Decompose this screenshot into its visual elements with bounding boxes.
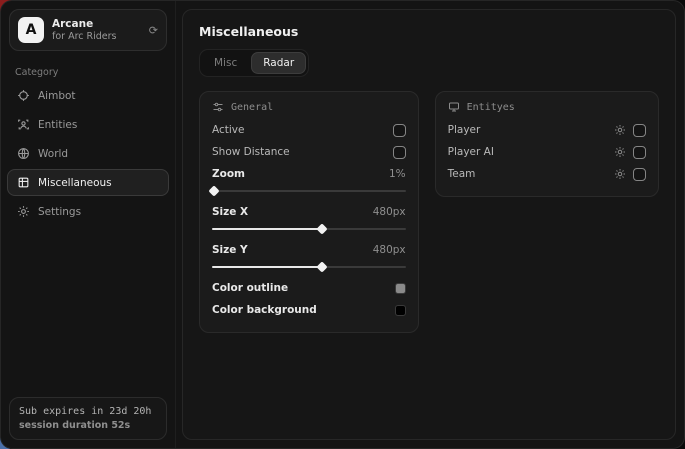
team-label: Team (448, 168, 476, 180)
sizey-label: Size Y (212, 244, 248, 256)
tab-radar[interactable]: Radar (251, 52, 306, 74)
sidebar-item-label: Settings (38, 206, 81, 218)
sidebar-spacer (1, 225, 175, 389)
refresh-icon[interactable]: ⟳ (149, 24, 158, 37)
sidebar-item-world[interactable]: World (7, 140, 169, 167)
entities-panel-header: Entityes (448, 101, 646, 113)
general-panel: General Active Show Distance Zoom 1% (199, 91, 419, 333)
app-logo: A (18, 17, 44, 43)
sidebar-item-label: Entities (38, 119, 77, 131)
zoom-row: Zoom 1% (212, 163, 406, 185)
sliders-icon (212, 101, 224, 113)
sizey-value: 480px (373, 244, 406, 256)
main-panel: Miscellaneous Misc Radar General Active (182, 9, 676, 440)
player-ai-label: Player AI (448, 146, 494, 158)
show-distance-label: Show Distance (212, 146, 290, 158)
player-label: Player (448, 124, 481, 136)
active-row: Active (212, 119, 406, 141)
subscription-card: Sub expires in 23d 20h session duration … (9, 397, 167, 440)
sizex-label: Size X (212, 206, 248, 218)
color-outline-swatch[interactable] (395, 283, 406, 294)
team-controls (614, 168, 646, 181)
show-distance-checkbox[interactable] (393, 146, 406, 159)
gear-icon[interactable] (614, 124, 626, 136)
sidebar-item-miscellaneous[interactable]: Miscellaneous (7, 169, 169, 196)
monitor-icon (448, 101, 460, 113)
sidebar-item-aimbot[interactable]: Aimbot (7, 82, 169, 109)
globe-icon (16, 147, 30, 161)
entities-panel: Entityes Player (435, 91, 659, 197)
sidebar-item-settings[interactable]: Settings (7, 198, 169, 225)
panel-row: General Active Show Distance Zoom 1% (199, 91, 659, 333)
color-background-row: Color background (212, 299, 406, 321)
crosshair-icon (16, 89, 30, 103)
team-row: Team (448, 163, 646, 185)
sidebar-item-entities[interactable]: Entities (7, 111, 169, 138)
entities-panel-title: Entityes (467, 102, 515, 113)
sizex-slider[interactable] (212, 224, 406, 234)
zoom-slider[interactable] (212, 186, 406, 196)
sidebar-nav: Aimbot Entities World (1, 82, 175, 225)
color-background-label: Color background (212, 304, 317, 316)
player-ai-controls (614, 146, 646, 159)
player-row: Player (448, 119, 646, 141)
sizex-slider-thumb[interactable] (317, 223, 328, 234)
screen: A Arcane for Arc Riders ⟳ Category (0, 0, 685, 449)
scan-person-icon (16, 118, 30, 132)
sidebar-item-label: Aimbot (38, 90, 76, 102)
zoom-slider-track (212, 190, 406, 192)
sidebar-item-label: Miscellaneous (38, 177, 112, 189)
page-title: Miscellaneous (199, 24, 659, 39)
general-panel-title: General (231, 102, 273, 113)
zoom-label: Zoom (212, 168, 245, 180)
sub-expires-text: Sub expires in 23d 20h (19, 406, 157, 417)
general-panel-header: General (212, 101, 406, 113)
sidebar: A Arcane for Arc Riders ⟳ Category (1, 1, 176, 448)
player-controls (614, 124, 646, 137)
player-ai-checkbox[interactable] (633, 146, 646, 159)
category-label: Category (15, 67, 161, 78)
brand-text: Arcane for Arc Riders (52, 18, 141, 42)
gear-icon[interactable] (614, 146, 626, 158)
sizey-slider-thumb[interactable] (317, 261, 328, 272)
sizey-slider[interactable] (212, 262, 406, 272)
color-outline-label: Color outline (212, 282, 288, 294)
zoom-slider-thumb[interactable] (208, 185, 219, 196)
color-background-swatch[interactable] (395, 305, 406, 316)
zoom-value: 1% (389, 168, 406, 180)
sizex-row: Size X 480px (212, 201, 406, 223)
show-distance-row: Show Distance (212, 141, 406, 163)
gear-icon[interactable] (614, 168, 626, 180)
tab-misc[interactable]: Misc (202, 52, 249, 74)
app-subtitle: for Arc Riders (52, 31, 141, 42)
team-checkbox[interactable] (633, 168, 646, 181)
player-checkbox[interactable] (633, 124, 646, 137)
gear-icon (16, 205, 30, 219)
color-outline-row: Color outline (212, 277, 406, 299)
active-checkbox[interactable] (393, 124, 406, 137)
player-ai-row: Player AI (448, 141, 646, 163)
sidebar-item-label: World (38, 148, 68, 160)
session-duration-text: session duration 52s (19, 420, 157, 431)
active-label: Active (212, 124, 244, 136)
tab-bar: Misc Radar (199, 49, 309, 77)
grid-icon (16, 176, 30, 190)
sizex-slider-fill (212, 228, 322, 230)
sizey-row: Size Y 480px (212, 239, 406, 261)
sizey-slider-fill (212, 266, 322, 268)
app-window: A Arcane for Arc Riders ⟳ Category (0, 0, 685, 449)
app-name: Arcane (52, 18, 141, 31)
sizex-value: 480px (373, 206, 406, 218)
brand-card: A Arcane for Arc Riders ⟳ (9, 9, 167, 51)
